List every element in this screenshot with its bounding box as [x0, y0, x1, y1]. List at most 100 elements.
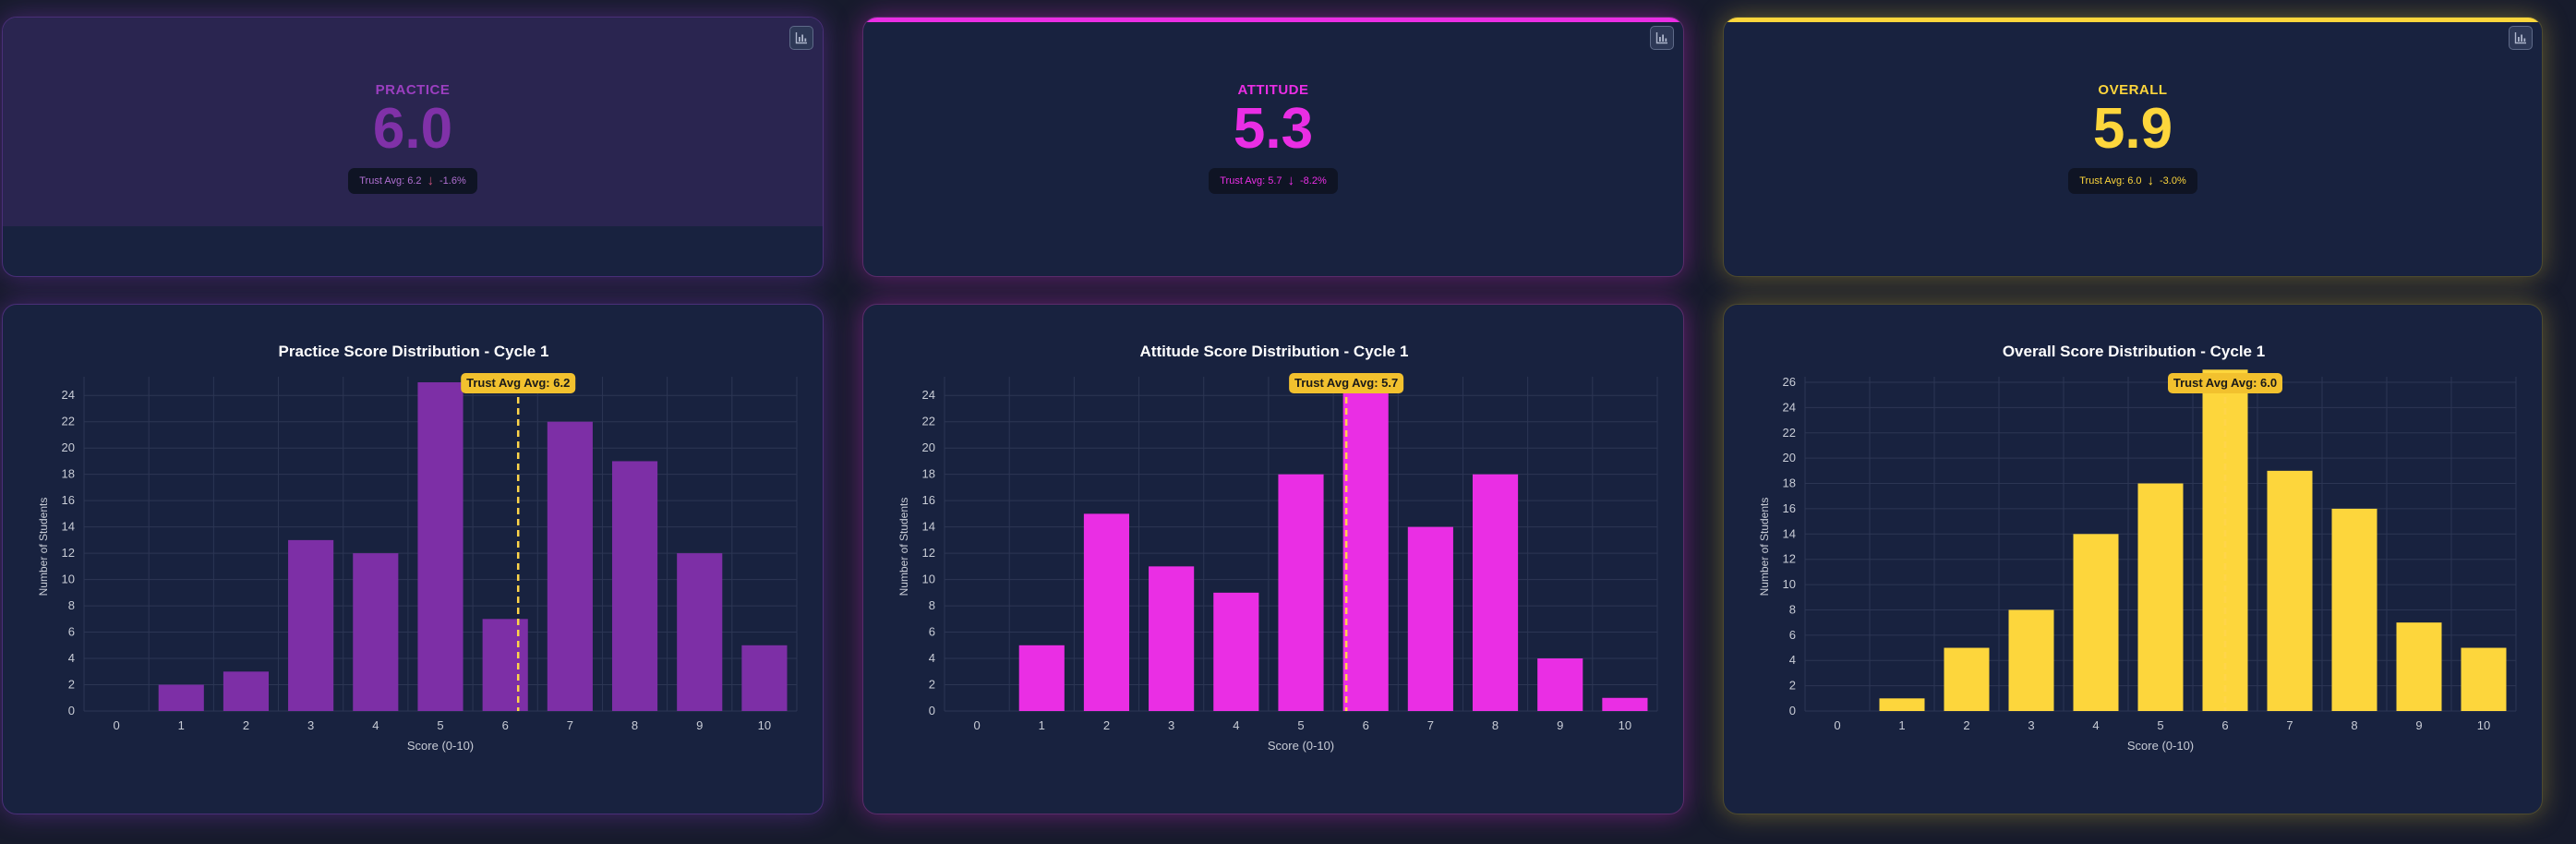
stat-value: 5.9 — [2092, 96, 2173, 161]
attitude-stat-card[interactable]: ATTITUDE 5.3 Trust Avg: 5.7 ↓ -8.2% — [862, 17, 1684, 277]
y-axis-label: Number of Students — [37, 498, 50, 597]
x-tick-label: 2 — [1963, 718, 1969, 732]
y-tick-label: 16 — [1783, 501, 1796, 515]
stat-content: ATTITUDE 5.3 Trust Avg: 5.7 ↓ -8.2% — [863, 18, 1683, 276]
practice-stat-card[interactable]: PRACTICE 6.0 Trust Avg: 6.2 ↓ -1.6% — [2, 17, 824, 277]
x-tick-label: 6 — [502, 718, 509, 732]
x-tick-label: 3 — [307, 718, 314, 732]
y-tick-label: 10 — [1783, 577, 1796, 591]
y-tick-label: 6 — [1789, 628, 1796, 642]
x-tick-label: 10 — [2477, 718, 2490, 732]
chart-toggle-button[interactable] — [1650, 26, 1674, 50]
y-tick-label: 20 — [1783, 451, 1796, 464]
bar — [1018, 645, 1065, 711]
y-tick-label: 4 — [1789, 653, 1796, 667]
y-tick-label: 0 — [929, 704, 935, 717]
trust-avg-pill: Trust Avg: 6.2 ↓ -1.6% — [348, 167, 477, 194]
practice-chart-card: Practice Score Distribution - Cycle 1024… — [2, 304, 824, 814]
arrow-down-icon: ↓ — [2147, 173, 2155, 188]
attitude-score-chart: Attitude Score Distribution - Cycle 1024… — [897, 343, 1658, 753]
y-tick-label: 4 — [929, 651, 935, 665]
x-tick-label: 1 — [1039, 718, 1045, 732]
y-tick-label: 16 — [922, 493, 935, 507]
x-tick-label: 9 — [1557, 718, 1563, 732]
bar — [2396, 622, 2442, 711]
y-tick-label: 0 — [1789, 704, 1796, 717]
overall-stat-card[interactable]: OVERALL 5.9 Trust Avg: 6.0 ↓ -3.0% — [1723, 17, 2543, 277]
bar-chart-icon — [795, 32, 807, 44]
y-tick-label: 0 — [68, 704, 75, 717]
x-tick-label: 8 — [1492, 718, 1499, 732]
y-tick-label: 20 — [922, 440, 935, 454]
x-tick-label: 0 — [1834, 718, 1840, 732]
trust-avg-text: Trust Avg: 6.0 — [2079, 175, 2142, 187]
stat-content: PRACTICE 6.0 Trust Avg: 6.2 ↓ -1.6% — [3, 18, 823, 276]
y-tick-label: 24 — [922, 388, 935, 402]
x-tick-label: 5 — [437, 718, 443, 732]
practice-score-chart: Practice Score Distribution - Cycle 1024… — [37, 343, 798, 753]
x-tick-label: 10 — [1619, 718, 1631, 732]
bar — [1342, 382, 1389, 711]
trust-avg-label: Trust Avg Avg: 5.7 — [1294, 376, 1398, 390]
trust-avg-text: Trust Avg: 5.7 — [1220, 175, 1282, 187]
y-axis-label: Number of Students — [1758, 498, 1771, 597]
bar — [677, 553, 723, 711]
x-tick-label: 10 — [758, 718, 771, 732]
x-tick-label: 1 — [1898, 718, 1905, 732]
y-tick-label: 10 — [62, 573, 75, 586]
bar — [1472, 474, 1519, 711]
x-tick-label: 7 — [567, 718, 573, 732]
y-tick-label: 6 — [929, 625, 935, 639]
bar — [482, 619, 528, 711]
y-tick-label: 6 — [68, 625, 75, 639]
chart-title: Attitude Score Distribution - Cycle 1 — [1140, 343, 1409, 360]
x-tick-label: 2 — [243, 718, 249, 732]
overall-chart-card: Overall Score Distribution - Cycle 10246… — [1723, 304, 2543, 814]
bar — [158, 684, 204, 711]
chart-title: Practice Score Distribution - Cycle 1 — [279, 343, 549, 360]
x-tick-label: 6 — [1363, 718, 1369, 732]
y-tick-label: 8 — [68, 598, 75, 612]
y-tick-label: 2 — [1789, 679, 1796, 693]
bar — [2267, 470, 2313, 711]
bar — [2008, 609, 2054, 711]
y-tick-label: 24 — [1783, 400, 1796, 414]
y-tick-label: 26 — [1783, 375, 1796, 389]
bar — [1149, 566, 1195, 711]
x-tick-label: 1 — [178, 718, 185, 732]
x-tick-label: 7 — [1427, 718, 1434, 732]
chart-toggle-button[interactable] — [2509, 26, 2533, 50]
y-tick-label: 12 — [922, 546, 935, 560]
y-tick-label: 10 — [922, 573, 935, 586]
bar — [611, 461, 658, 711]
arrow-down-icon: ↓ — [427, 173, 435, 188]
x-axis-label: Score (0-10) — [2127, 739, 2194, 753]
y-tick-label: 14 — [62, 520, 75, 534]
bar — [1278, 474, 1324, 711]
x-tick-label: 3 — [1168, 718, 1174, 732]
x-tick-label: 7 — [2286, 718, 2293, 732]
stat-content: OVERALL 5.9 Trust Avg: 6.0 ↓ -3.0% — [1724, 18, 2542, 276]
change-percent: -8.2% — [1300, 175, 1327, 187]
bar — [741, 645, 788, 711]
x-tick-label: 4 — [1233, 718, 1239, 732]
y-tick-label: 24 — [62, 388, 75, 402]
y-tick-label: 8 — [1789, 602, 1796, 616]
y-tick-label: 18 — [62, 467, 75, 481]
y-tick-label: 12 — [1783, 552, 1796, 566]
y-axis-label: Number of Students — [897, 498, 910, 597]
bar — [1879, 698, 1925, 711]
x-axis-label: Score (0-10) — [407, 739, 474, 753]
bar — [417, 382, 463, 711]
bar — [1944, 647, 1990, 711]
y-tick-label: 22 — [1783, 426, 1796, 440]
bar — [547, 421, 593, 711]
y-tick-label: 20 — [62, 440, 75, 454]
x-tick-label: 5 — [2157, 718, 2163, 732]
chart-toggle-button[interactable] — [789, 26, 813, 50]
x-tick-label: 0 — [973, 718, 980, 732]
x-axis-label: Score (0-10) — [1268, 739, 1334, 753]
x-tick-label: 4 — [372, 718, 379, 732]
y-tick-label: 16 — [62, 493, 75, 507]
x-tick-label: 2 — [1103, 718, 1110, 732]
